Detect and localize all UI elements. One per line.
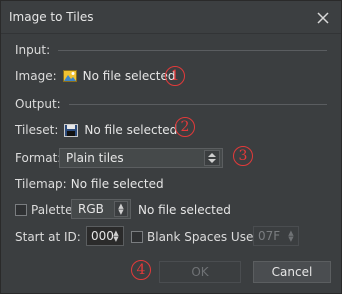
blank-spaces-id-input[interactable]: 07F ▲ ▼ [253,226,299,246]
format-label: Format: [15,151,62,165]
start-at-id-row: Start at ID: [15,230,81,244]
annotation-2: 2 [175,117,195,137]
annotation-4: 4 [131,260,151,280]
format-row: Format: [15,151,61,165]
annotation-1: 1 [165,66,185,86]
start-at-id-input[interactable]: 000 ▲ ▼ [86,226,124,246]
palette-row: Palette: [15,203,77,217]
image-file-icon[interactable] [62,70,77,82]
image-to-tiles-dialog: Image to Tiles Input: Image: No file sel… [0,0,342,294]
start-at-id-label: Start at ID: [15,230,81,244]
format-dropdown[interactable]: Plain tiles [59,148,223,168]
ok-button[interactable]: OK [159,261,241,283]
output-section-header: Output: [15,97,327,111]
image-file-value: No file selected [82,69,176,83]
image-label: Image: [15,69,57,83]
image-row: Image: No file selected [15,69,176,83]
save-disk-icon[interactable] [64,123,79,137]
blank-spaces-id-value: 07F [258,229,281,243]
close-icon [317,12,329,24]
palette-mode-spinner[interactable]: RGB ▲ ▼ [71,199,131,219]
divider [58,49,327,51]
tilemap-label: Tilemap: [15,177,67,191]
tilemap-row: Tilemap: No file selected [15,177,164,191]
title-bar: Image to Tiles [1,1,341,34]
spinner-arrows-icon[interactable]: ▲ ▼ [110,228,122,244]
close-button[interactable] [314,9,332,27]
input-section-label: Input: [15,43,51,57]
cancel-button[interactable]: Cancel [253,261,331,283]
format-selected-value: Plain tiles [66,151,124,165]
palette-checkbox[interactable] [15,204,27,216]
spinner-arrows-icon[interactable]: ▲ ▼ [114,201,128,217]
spinner-arrows-icon[interactable]: ▲ ▼ [285,228,297,244]
palette-label: Palette: [31,203,77,217]
palette-mode-value: RGB [78,202,104,216]
tileset-row: Tileset: No file selected [15,123,177,137]
updown-arrows-icon [204,150,220,166]
divider [68,103,327,105]
annotation-3: 3 [233,146,253,166]
tileset-file-value: No file selected [84,123,178,137]
input-section-header: Input: [15,43,327,57]
blank-spaces-checkbox[interactable] [131,231,143,243]
output-section-label: Output: [15,97,61,111]
window-title: Image to Tiles [9,10,94,24]
palette-file-value: No file selected [138,203,231,217]
tileset-label: Tileset: [15,123,59,137]
tilemap-file-value: No file selected [70,177,164,191]
